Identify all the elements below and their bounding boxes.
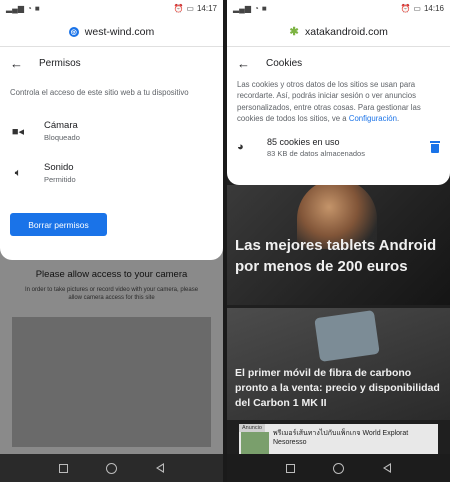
ad-image	[241, 432, 269, 456]
status-time: 14:17	[196, 4, 217, 13]
alarm-icon: ⏰	[173, 3, 184, 13]
sheet-header: ← Permisos	[0, 47, 223, 79]
home-icon[interactable]	[106, 462, 118, 474]
app-notification-icon: ■	[261, 3, 267, 13]
ad-brand: Nesoresso	[273, 439, 307, 447]
article-title: El primer móvil de fibra de carbono pron…	[235, 367, 440, 410]
status-bar: ▂▄▆ ◔ ■ ⏰ ▭ 14:17	[0, 0, 223, 17]
sheet-header: ← Cookies	[227, 47, 450, 79]
permission-name: Sonido	[44, 162, 74, 174]
settings-link[interactable]: Configuración	[349, 114, 397, 123]
delete-trash-icon[interactable]	[430, 141, 440, 154]
clear-permissions-button[interactable]: Borrar permisos	[10, 213, 107, 236]
article-image	[314, 310, 380, 362]
cookies-row: ◕ 85 cookies en uso 83 KB de datos almac…	[227, 132, 450, 162]
site-settings-sheet: ◎ west-wind.com ← Permisos Controla el a…	[0, 17, 223, 260]
site-settings-sheet: ✱ xatakandroid.com ← Cookies Las cookies…	[227, 17, 450, 185]
permission-state: Permitido	[44, 175, 76, 185]
sheet-title: Permisos	[39, 57, 81, 69]
ad-text: พรีเมอร์เส้นทางไปกับแพ็กเกจ World Explor…	[273, 429, 434, 447]
back-arrow-icon[interactable]: ←	[10, 56, 23, 71]
permission-state: Bloqueado	[44, 133, 80, 143]
article-card-tablets[interactable]: Las mejores tablets Android por menos de…	[227, 179, 450, 305]
site-favicon-icon: ◎	[68, 26, 79, 37]
permissions-description: Controla el acceso de este sitio web a t…	[10, 88, 189, 97]
app-notification-icon: ■	[34, 3, 40, 13]
site-url: xatakandroid.com	[305, 25, 388, 38]
cookies-storage: 83 KB de datos almacenados	[267, 148, 365, 158]
camera-request-title: Please allow access to your camera	[35, 269, 188, 280]
wifi-icon: ◔	[253, 3, 259, 13]
camera-icon: ■◂	[11, 125, 25, 138]
navigation-bar	[0, 454, 223, 482]
site-url: west-wind.com	[84, 25, 155, 38]
battery-icon: ▭	[413, 3, 421, 13]
recents-icon[interactable]	[286, 463, 296, 473]
cookies-description-end: .	[396, 113, 400, 123]
recents-icon[interactable]	[59, 463, 69, 473]
back-arrow-icon[interactable]: ←	[237, 56, 250, 71]
camera-request-body: In order to take pictures or record vide…	[24, 287, 199, 301]
signal-icon: ▂▄▆	[6, 3, 24, 13]
article-title: Las mejores tablets Android por menos de…	[235, 237, 437, 275]
back-nav-icon[interactable]	[382, 463, 391, 473]
site-favicon-icon: ✱	[289, 26, 299, 38]
left-phone-screen: ▂▄▆ ◔ ■ ⏰ ▭ 14:17 Please allow access to…	[0, 0, 223, 482]
advertisement-banner[interactable]: Anuncio พรีเมอร์เส้นทางไปกับแพ็กเกจ Worl…	[239, 424, 438, 457]
right-phone-screen: ▂▄▆ ◔ ■ ⏰ ▭ 14:16 Las mejores tablets An…	[227, 0, 450, 482]
wifi-icon: ◔	[26, 3, 32, 13]
cookie-icon: ◕	[237, 141, 244, 154]
url-bar[interactable]: ✱ xatakandroid.com	[227, 17, 450, 47]
battery-icon: ▭	[186, 3, 194, 13]
camera-preview-area	[12, 317, 211, 447]
url-bar[interactable]: ◎ west-wind.com	[0, 17, 223, 47]
signal-icon: ▂▄▆	[233, 3, 251, 13]
ad-headline: พรีเมอร์เส้นทางไปกับแพ็กเกจ World Explor…	[273, 430, 409, 437]
status-time: 14:16	[423, 4, 444, 13]
speaker-icon: 🔈︎	[14, 166, 22, 179]
sheet-title: Cookies	[266, 57, 303, 69]
ad-label: Anuncio	[239, 424, 265, 432]
navigation-bar	[227, 454, 450, 482]
permission-row-camera[interactable]: ■◂ Cámara Bloqueado	[0, 110, 223, 152]
home-icon[interactable]	[333, 462, 345, 474]
status-bar: ▂▄▆ ◔ ■ ⏰ ▭ 14:16	[227, 0, 450, 17]
permission-row-sound[interactable]: 🔈︎ Sonido Permitido	[0, 152, 223, 194]
back-nav-icon[interactable]	[155, 463, 164, 473]
permission-name: Cámara	[44, 120, 78, 132]
cookies-description: Las cookies y otros datos de los sitios …	[227, 79, 450, 124]
article-card-carbon[interactable]: El primer móvil de fibra de carbono pron…	[227, 308, 450, 420]
cookies-count: 85 cookies en uso	[267, 136, 340, 147]
alarm-icon: ⏰	[400, 3, 411, 13]
